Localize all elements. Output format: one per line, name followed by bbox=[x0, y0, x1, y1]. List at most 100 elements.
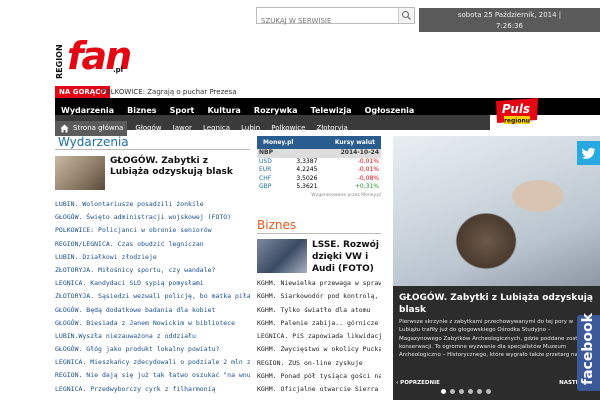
search-button[interactable] bbox=[398, 8, 414, 23]
news-item[interactable]: REGION. ZUS on-line zyskuje bbox=[257, 357, 381, 370]
slider-prev-button[interactable]: ‹ POPRZEDNIE bbox=[396, 380, 440, 386]
slider-dot[interactable] bbox=[450, 389, 455, 394]
hot-news-link[interactable]: POLKOWICE: Zagrają o puchar Prezesa bbox=[101, 86, 237, 98]
currency-header: Money.pl Kursy walut bbox=[257, 136, 381, 149]
subnav-item-zlotoryja[interactable]: Złotoryja bbox=[314, 121, 351, 136]
currency-widget: Money.pl Kursy walut NBP 2014-10-24 USD … bbox=[257, 136, 381, 208]
wydarzenia-featured-link[interactable]: GŁOGÓW. Zabytki z Lubiąża odzyskują blas… bbox=[110, 156, 245, 178]
logo-region: REGION bbox=[55, 44, 64, 80]
news-item[interactable]: REGION. Nie dają się już tak łatwo oszuk… bbox=[55, 369, 250, 382]
news-item[interactable]: LUBIN. Działkowi złodzieje bbox=[55, 251, 250, 264]
news-item[interactable]: KGHM. Palenie zabija.. górnicze bbox=[257, 317, 381, 330]
currency-rate: 3,5026 bbox=[296, 174, 318, 182]
news-item[interactable]: LUBIN.Wyszła niezauważona z oddziału bbox=[55, 330, 250, 343]
subnav-item-lubin[interactable]: Lubin bbox=[238, 121, 263, 136]
news-item[interactable]: GŁOGÓW. Święto administracji wojskowej (… bbox=[55, 211, 250, 224]
news-item[interactable]: LEGNICA. Kandydaci SLD sypią pomysłami bbox=[55, 277, 250, 290]
currency-rate: 5,3621 bbox=[296, 183, 318, 191]
currency-row: EUR 4,2245 -0,01% bbox=[257, 166, 381, 175]
search-input[interactable] bbox=[257, 13, 401, 29]
currency-rate: 4,2245 bbox=[296, 166, 318, 174]
currency-code[interactable]: GBP bbox=[257, 183, 283, 192]
puls-title: Puls bbox=[502, 102, 530, 116]
section-title-wydarzenia[interactable]: Wydarzenia bbox=[58, 135, 129, 149]
currency-row: GBP 5,3621 +0,31% bbox=[257, 183, 381, 192]
home-icon bbox=[60, 124, 69, 133]
slider-dot[interactable] bbox=[459, 389, 464, 394]
search-icon bbox=[401, 10, 411, 20]
currency-footer[interactable]: Wygenerowane przez Money.pl bbox=[257, 193, 381, 198]
slider-dots bbox=[441, 379, 495, 398]
twitter-icon bbox=[582, 147, 596, 159]
divider bbox=[55, 149, 250, 150]
wydarzenia-news-list: LUBIN. Wolontariusze posadzili żonkile G… bbox=[55, 198, 250, 396]
news-item[interactable]: ZŁOTORYJA. Miłośnicy sportu, czy wandale… bbox=[55, 264, 250, 277]
date-text: sobota 25 Październik, 2014 | bbox=[457, 11, 562, 19]
currency-col-source: NBP bbox=[257, 149, 284, 158]
currency-change: -0,01% bbox=[357, 157, 379, 165]
subnav-item-polkowice[interactable]: Polkowice bbox=[268, 121, 308, 136]
section-title-biznes[interactable]: Biznes bbox=[257, 218, 296, 232]
currency-change: -0,01% bbox=[357, 166, 379, 174]
news-item[interactable]: LEGNICA. Przedwyborczy cyrk z filharmoni… bbox=[55, 383, 250, 396]
news-item[interactable]: KGHM. Oficjalne otwarcie Sierra bbox=[257, 383, 381, 396]
news-item[interactable]: POLKOWICE: Policjanci w obronie seniorów bbox=[55, 224, 250, 237]
wydarzenia-featured-image[interactable] bbox=[55, 156, 105, 190]
slider-dot[interactable] bbox=[486, 389, 491, 394]
divider bbox=[257, 233, 381, 234]
slider-dot[interactable] bbox=[468, 389, 473, 394]
news-item[interactable]: KGHM. Ponad pół tysiąca gości na bbox=[257, 370, 381, 383]
sub-nav: Strona główna Głogów Jawor Legnica Lubin… bbox=[55, 115, 490, 136]
news-item[interactable]: KGHM. Tylko światło dla atomu bbox=[257, 304, 381, 317]
time-text: 7:26:36 bbox=[496, 22, 523, 30]
facebook-button[interactable]: facebook bbox=[577, 313, 600, 391]
slider-dot[interactable] bbox=[477, 389, 482, 394]
subnav-item-legnica[interactable]: Legnica bbox=[200, 121, 233, 136]
currency-code[interactable]: EUR bbox=[257, 166, 283, 175]
money-brand[interactable]: Money.pl bbox=[263, 139, 293, 146]
date-time: sobota 25 Październik, 2014 | 7:26:36 bbox=[419, 8, 600, 32]
currency-row: USD 3,3387 -0,01% bbox=[257, 158, 381, 167]
subnav-item-home[interactable]: Strona główna bbox=[55, 121, 128, 136]
news-item[interactable]: GŁOGÓW. Biesiada z Janem Nowickim w bibl… bbox=[55, 317, 250, 330]
news-item[interactable]: GŁOGÓW. Głóg jako produkt lokalny powiat… bbox=[55, 343, 250, 356]
subnav-item-jawor[interactable]: Jawor bbox=[170, 121, 195, 136]
news-item[interactable]: KGHM. Zwycięstwo w okolicy Pucka? bbox=[257, 343, 381, 356]
slider-caption: GŁOGÓW. Zabytki z Lubiąża odzyskują blas… bbox=[393, 286, 600, 400]
currency-table: NBP 2014-10-24 USD 3,3387 -0,01% EUR 4,2… bbox=[257, 149, 381, 192]
search-box bbox=[256, 7, 415, 29]
logo-pl: .pl bbox=[113, 66, 124, 74]
currency-col-date: 2014-10-24 bbox=[319, 149, 381, 158]
news-item[interactable]: LEGNICA. PiS zapowiada likwidację bbox=[257, 330, 381, 343]
facebook-label: facebook bbox=[580, 313, 596, 385]
currency-header-label: Kursy walut bbox=[334, 139, 375, 146]
slider-title[interactable]: GŁOGÓW. Zabytki z Lubiąża odzyskują blas… bbox=[399, 292, 594, 316]
twitter-button[interactable] bbox=[577, 141, 600, 165]
biznes-featured-image[interactable] bbox=[257, 239, 307, 273]
currency-change: -0,08% bbox=[357, 174, 379, 182]
site-logo[interactable]: REGION fan .pl bbox=[55, 34, 132, 86]
news-item[interactable]: KGHM. Siarkowodór pod kontrolą, ale bbox=[257, 290, 381, 303]
slider-photo[interactable] bbox=[393, 136, 600, 286]
puls-regionu-logo[interactable]: Puls regionu bbox=[494, 98, 540, 126]
puls-badge: Puls regionu bbox=[496, 98, 538, 125]
biznes-news-list: KGHM. Niewielka przewaga w sprawie KGHM.… bbox=[257, 277, 381, 397]
currency-change: +0,31% bbox=[354, 183, 379, 191]
slider-body: Pierwsze skrzynie z zabytkami przechowyw… bbox=[399, 319, 588, 359]
slider-dot[interactable] bbox=[441, 389, 446, 394]
news-item[interactable]: KGHM. Niewielka przewaga w sprawie bbox=[257, 277, 381, 290]
hot-news-ticker: NA GORĄCO POLKOWICE: Zagrają o puchar Pr… bbox=[55, 86, 600, 98]
currency-row: CHF 3,5026 -0,08% bbox=[257, 175, 381, 184]
puls-sub: regionu bbox=[504, 118, 530, 125]
news-item[interactable]: REGION/LEGNICA. Czas obudzić legniczan bbox=[55, 238, 250, 251]
news-item[interactable]: LUBIN. Wolontariusze posadzili żonkile bbox=[55, 198, 250, 211]
currency-code[interactable]: CHF bbox=[257, 175, 283, 184]
news-item[interactable]: GŁOGÓW. Będą dodatkowe badania dla kobie… bbox=[55, 304, 250, 317]
currency-code[interactable]: USD bbox=[257, 158, 283, 167]
featured-slider: GŁOGÓW. Zabytki z Lubiąża odzyskują blas… bbox=[393, 136, 600, 400]
news-item[interactable]: ZŁOTORYJA. Sąsiedzi wezwali policję, bo … bbox=[55, 290, 250, 303]
currency-rate: 3,3387 bbox=[296, 157, 318, 165]
biznes-featured-link[interactable]: LSSE. Rozwój dzięki VW i Audi (FOTO) bbox=[312, 239, 382, 275]
news-item[interactable]: LEGNICA. Mieszkańcy zdecydowali o podzia… bbox=[55, 356, 250, 369]
subnav-item-glogow[interactable]: Głogów bbox=[132, 121, 164, 136]
